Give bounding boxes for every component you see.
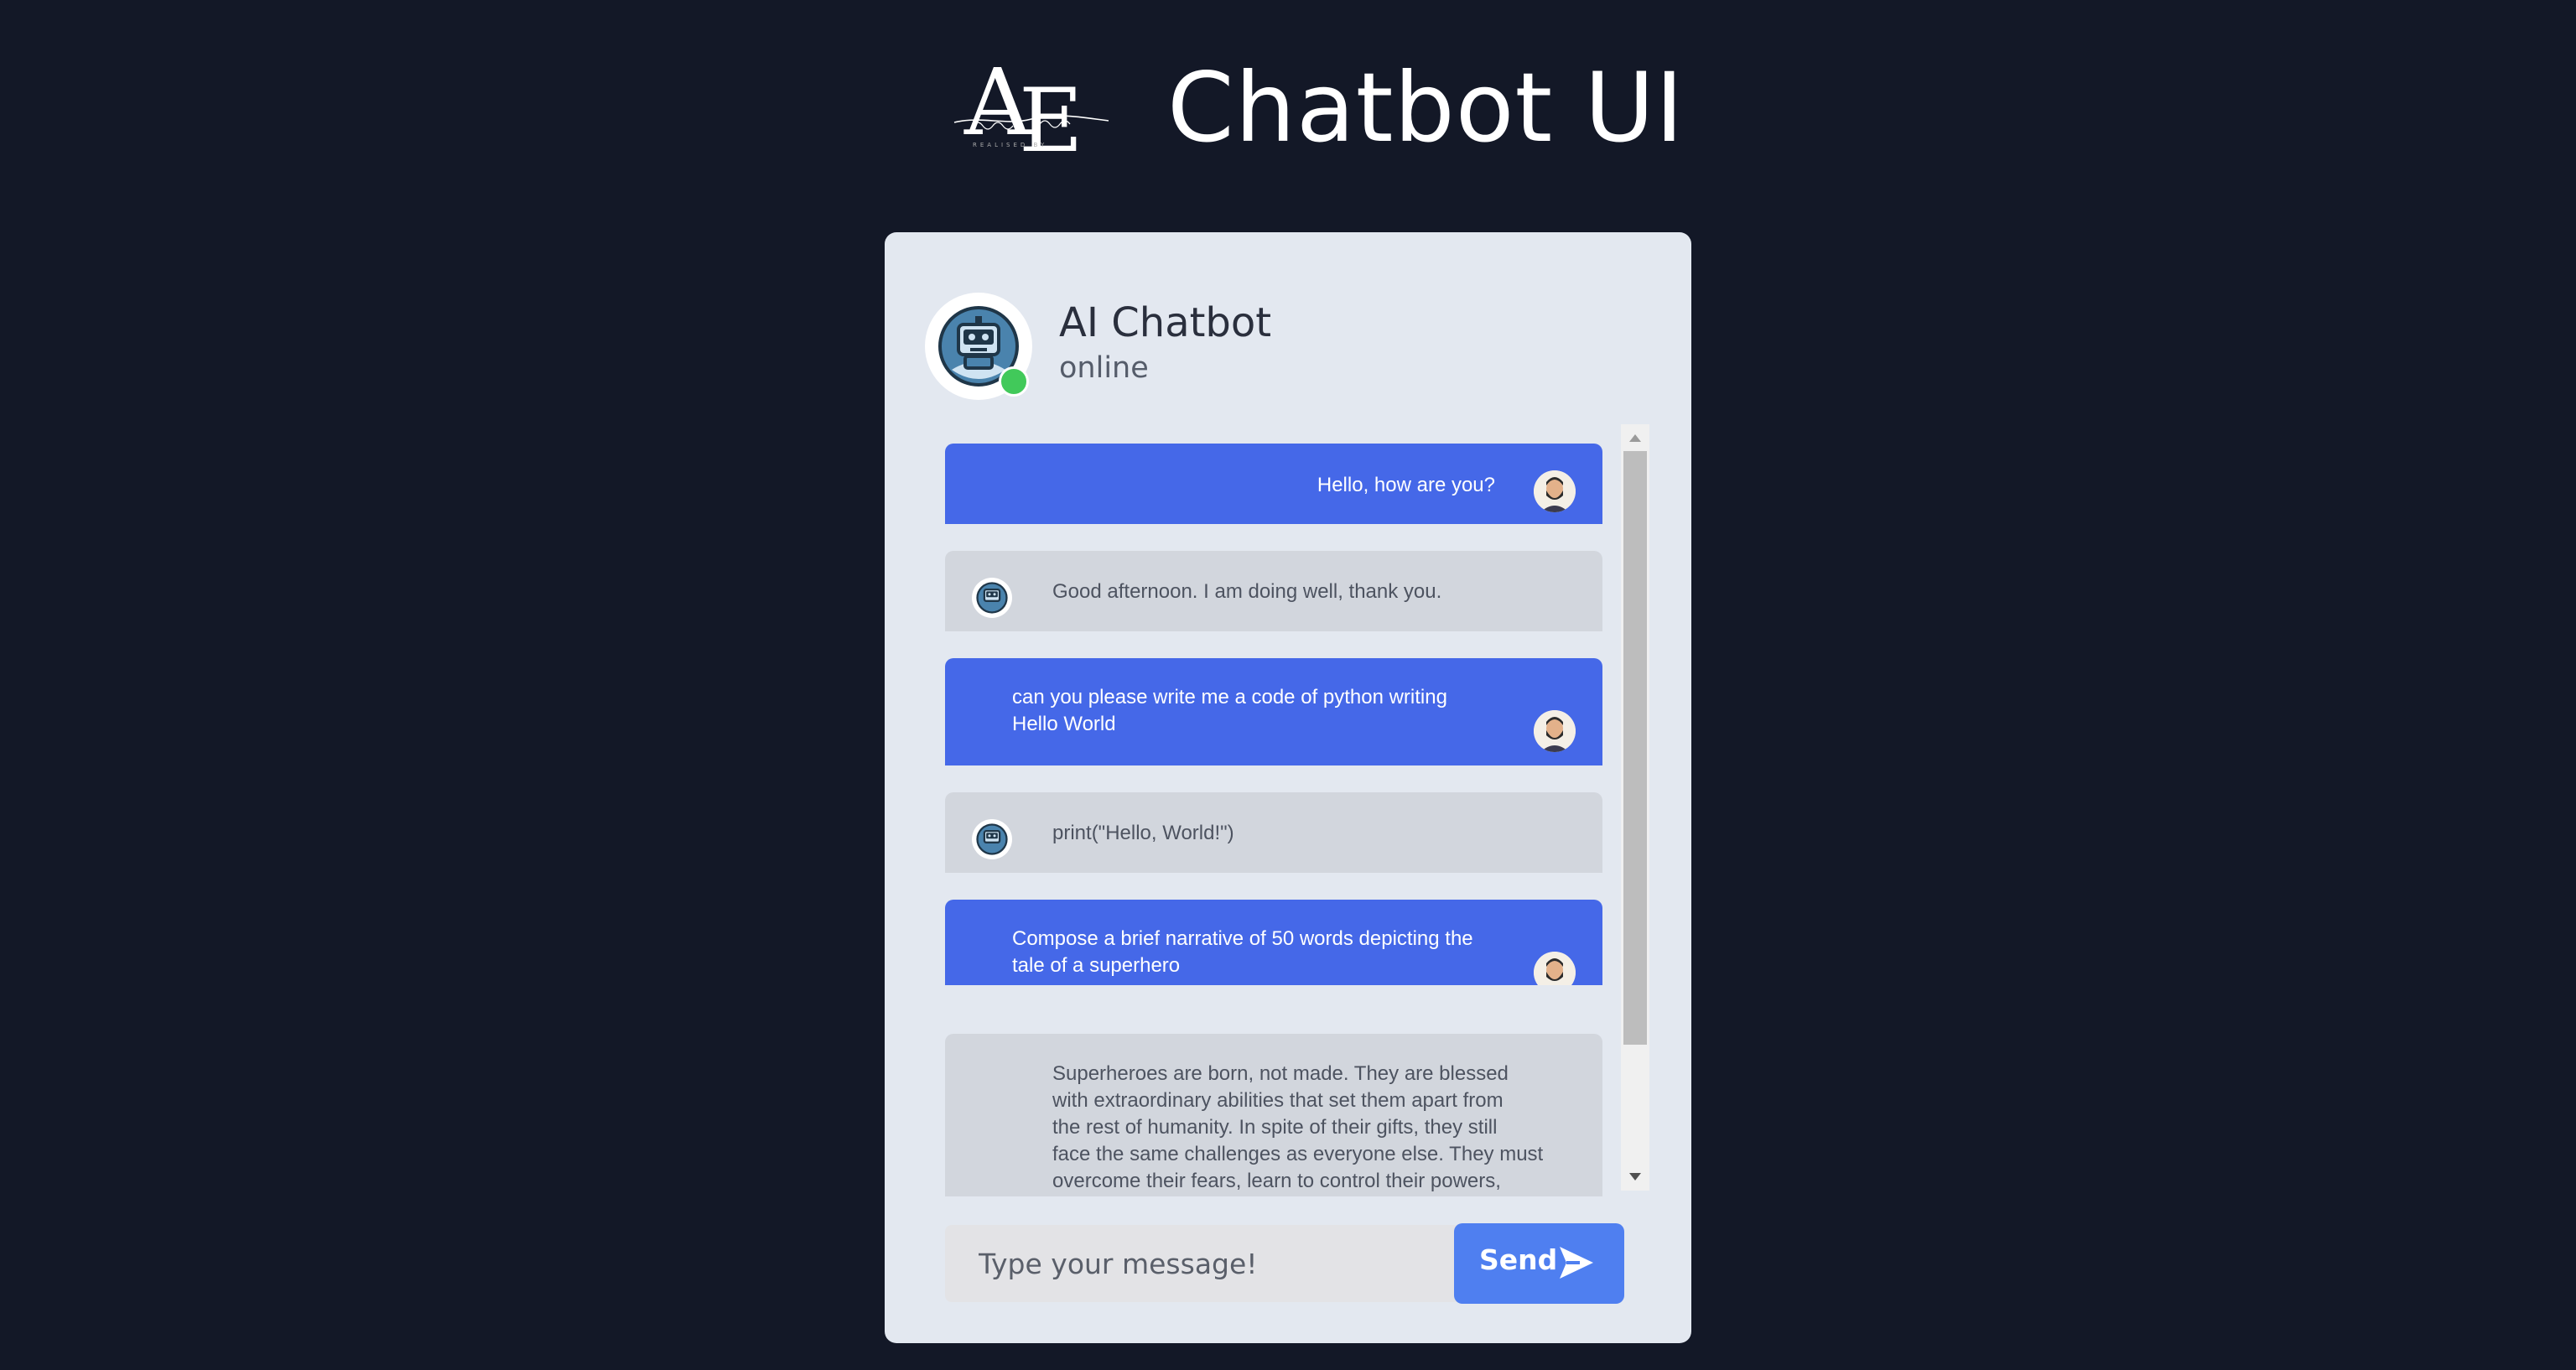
message-text: Compose a brief narrative of 50 words de… <box>1012 927 1473 977</box>
message-text: Good afternoon. I am doing well, thank y… <box>1052 580 1442 603</box>
bot-message: Good afternoon. I am doing well, thank y… <box>945 551 1602 631</box>
message-text: Hello, how are you? <box>1317 474 1495 496</box>
page-header: A E REALISED BY Chatbot UI <box>948 34 1684 172</box>
user-message: Compose a brief narrative of 50 words de… <box>945 900 1602 985</box>
user-message: can you please write me a code of python… <box>945 658 1602 765</box>
brand-logo: A E REALISED BY <box>948 42 1115 172</box>
message-input[interactable] <box>945 1225 1457 1302</box>
message-text: Superheroes are born, not made. They are… <box>1052 1062 1544 1192</box>
bot-status: online <box>1059 351 1149 385</box>
bot-avatar <box>925 293 1032 400</box>
send-button[interactable]: Send <box>1454 1223 1624 1304</box>
online-status-dot <box>999 366 1029 397</box>
robot-icon <box>976 823 1008 855</box>
send-button-label: Send <box>1479 1243 1558 1276</box>
bot-header: AI Chatbot online <box>925 293 1512 410</box>
user-avatar <box>1534 952 1576 985</box>
scroll-down-arrow-icon[interactable] <box>1629 1173 1641 1181</box>
user-avatar <box>1534 470 1576 512</box>
bot-message: print("Hello, World!") <box>945 792 1602 873</box>
bot-avatar <box>972 819 1012 859</box>
chat-card: AI Chatbot online Hello, how are you? Go… <box>885 232 1691 1343</box>
send-icon <box>1560 1247 1593 1279</box>
user-message: Hello, how are you? <box>945 444 1602 524</box>
svg-text:REALISED BY: REALISED BY <box>973 142 1047 148</box>
message-text: can you please write me a code of python… <box>1012 686 1447 735</box>
robot-icon <box>976 582 1008 614</box>
message-list-scrollbar[interactable] <box>1621 424 1649 1191</box>
message-list[interactable]: Hello, how are you? Good afternoon. I am… <box>945 423 1604 985</box>
bot-name: AI Chatbot <box>1059 299 1272 346</box>
bot-message: Superheroes are born, not made. They are… <box>945 1034 1602 1196</box>
user-avatar <box>1534 710 1576 752</box>
scroll-thumb[interactable] <box>1623 451 1647 1045</box>
scroll-up-arrow-icon[interactable] <box>1629 434 1641 442</box>
page-title: Chatbot UI <box>1167 52 1685 163</box>
message-text: print("Hello, World!") <box>1052 822 1234 844</box>
bot-avatar <box>972 578 1012 618</box>
